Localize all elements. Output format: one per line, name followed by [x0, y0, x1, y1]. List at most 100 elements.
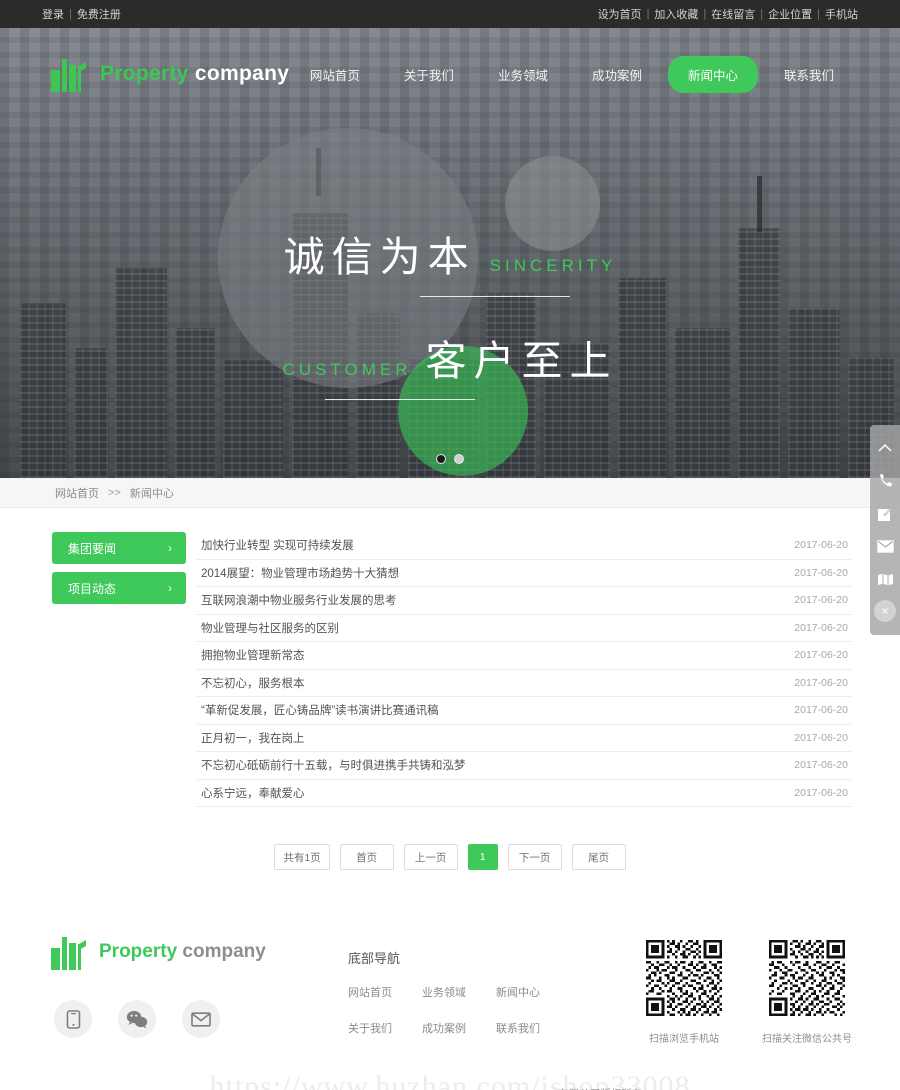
news-title[interactable]: 互联网浪潮中物业服务行业发展的思考 — [196, 592, 397, 608]
news-list-item[interactable]: 不忘初心砥砺前行十五载，与时俱进携手共铸和泓梦 2017-06-20 — [196, 752, 852, 780]
footer-logo-primary: Property — [99, 941, 178, 962]
copyright-text: COPYRIGHT©2014-2025ALL RIGHTS RESERVED X… — [0, 1086, 900, 1090]
news-title[interactable]: 拥抱物业管理新常态 — [196, 647, 305, 663]
sidebar-item-label: 项目动态 — [68, 581, 117, 596]
news-list-item[interactable]: 2014展望：物业管理市场趋势十大猜想 2017-06-20 — [196, 560, 852, 587]
chevron-right-icon: › — [168, 541, 172, 555]
news-list-item[interactable]: “革新促发展，匠心铸品牌”读书演讲比赛通讯稿 2017-06-20 — [196, 697, 852, 725]
envelope-icon[interactable] — [870, 530, 900, 563]
hero-slogan: 诚信为本 SINCERITY CUSTOMER 客户至上 — [0, 223, 900, 400]
nav-item-contact[interactable]: 联系我们 — [766, 57, 852, 92]
footer-link-business[interactable]: 业务领域 — [422, 984, 496, 1000]
top-utility-bar: 登录 | 免费注册 设为首页 | 加入收藏 | 在线留言 | 企业位置 | 手机… — [0, 0, 900, 28]
pagination-total-pages: 共有1页 — [274, 844, 330, 870]
breadcrumb-home[interactable]: 网站首页 — [55, 485, 99, 501]
footer-link-contact[interactable]: 联系我们 — [496, 1020, 570, 1036]
hero-line2-en: CUSTOMER — [282, 360, 412, 379]
news-title[interactable]: 不忘初心砥砺前行十五载，与时俱进携手共铸和泓梦 — [196, 757, 466, 773]
sidebar-item-group-news[interactable]: 集团要闻 › — [52, 532, 186, 564]
mobile-site-link[interactable]: 手机站 — [825, 6, 858, 22]
sidebar-item-label: 集团要闻 — [68, 541, 117, 556]
hero-slogan-line-1: 诚信为本 SINCERITY — [0, 223, 900, 283]
footer-link-cases[interactable]: 成功案例 — [422, 1020, 496, 1036]
news-date: 2017-06-20 — [794, 649, 848, 662]
news-date: 2017-06-20 — [794, 731, 848, 744]
news-list: 加快行业转型 实现可持续发展 2017-06-20 2014展望：物业管理市场趋… — [196, 532, 852, 807]
edit-icon[interactable] — [870, 497, 900, 530]
news-title[interactable]: “革新促发展，匠心铸品牌”读书演讲比赛通讯稿 — [196, 702, 439, 718]
email-icon[interactable] — [182, 1000, 220, 1038]
footer-navigation: 底部导航 网站首页 业务领域 新闻中心 关于我们 成功案例 联系我们 — [348, 932, 598, 1056]
nav-item-about[interactable]: 关于我们 — [386, 57, 472, 92]
hero-line2-cn: 客户至上 — [425, 338, 618, 384]
pagination-next[interactable]: 下一页 — [507, 844, 562, 870]
news-title[interactable]: 2014展望：物业管理市场趋势十大猜想 — [196, 565, 399, 581]
wechat-icon[interactable] — [118, 1000, 156, 1038]
news-title[interactable]: 加快行业转型 实现可持续发展 — [196, 537, 354, 553]
news-title[interactable]: 心系宁远，奉献爱心 — [196, 785, 305, 801]
news-title[interactable]: 不忘初心，服务根本 — [196, 675, 305, 691]
nav-item-news[interactable]: 新闻中心 — [667, 55, 758, 93]
logo-text-primary: Property — [100, 62, 189, 85]
mobile-icon[interactable] — [54, 1000, 92, 1038]
footer-link-home[interactable]: 网站首页 — [348, 984, 422, 1000]
qr-wechat-account: 扫描关注微信公共号 — [762, 940, 852, 1056]
news-list-item[interactable]: 正月初一，我在岗上 2017-06-20 — [196, 725, 852, 752]
site-footer: Property company 底部导航 网站首页 业务领域 新闻中心 关于我… — [0, 932, 900, 1056]
news-list-item[interactable]: 不忘初心，服务根本 2017-06-20 — [196, 670, 852, 697]
news-date: 2017-06-20 — [794, 566, 848, 579]
carousel-dot-1[interactable] — [436, 454, 446, 464]
social-links — [54, 1000, 348, 1038]
news-list-item[interactable]: 物业管理与社区服务的区别 2017-06-20 — [196, 615, 852, 642]
news-title[interactable]: 物业管理与社区服务的区别 — [196, 620, 339, 636]
footer-logo[interactable]: Property company — [48, 932, 348, 972]
news-title[interactable]: 正月初一，我在岗上 — [196, 730, 305, 746]
site-logo[interactable]: Property company — [48, 54, 289, 94]
pagination-page-1[interactable]: 1 — [467, 844, 498, 870]
footer-link-about[interactable]: 关于我们 — [348, 1020, 422, 1036]
qr-code-image — [646, 940, 722, 1016]
nav-item-home[interactable]: 网站首页 — [292, 57, 378, 92]
hero-divider-1 — [420, 296, 570, 297]
main-content: 集团要闻 › 项目动态 › 加快行业转型 实现可持续发展 2017-06-20 … — [0, 508, 900, 807]
add-favorite-link[interactable]: 加入收藏 — [654, 6, 698, 22]
carousel-dot-2[interactable] — [454, 454, 464, 464]
register-link[interactable]: 免费注册 — [77, 6, 121, 22]
news-date: 2017-06-20 — [794, 759, 848, 772]
qr-code-image — [769, 940, 845, 1016]
pagination-first[interactable]: 首页 — [339, 844, 394, 870]
topbar-separator: | — [817, 8, 820, 20]
set-homepage-link[interactable]: 设为首页 — [598, 6, 642, 22]
news-list-item[interactable]: 拥抱物业管理新常态 2017-06-20 — [196, 642, 852, 670]
pagination-last[interactable]: 尾页 — [571, 844, 626, 870]
page-root: 登录 | 免费注册 设为首页 | 加入收藏 | 在线留言 | 企业位置 | 手机… — [0, 0, 900, 1090]
nav-item-business[interactable]: 业务领域 — [480, 57, 566, 92]
news-date: 2017-06-20 — [794, 594, 848, 607]
close-toolbar-button[interactable]: × — [874, 600, 896, 622]
topbar-separator: | — [760, 8, 764, 20]
topbar-separator: | — [646, 8, 650, 20]
chevron-right-icon: › — [168, 581, 172, 595]
breadcrumb-current: 新闻中心 — [129, 487, 174, 500]
news-list-item[interactable]: 互联网浪潮中物业服务行业发展的思考 2017-06-20 — [196, 587, 852, 615]
sidebar-item-project-news[interactable]: 项目动态 › — [52, 572, 186, 604]
nav-item-cases[interactable]: 成功案例 — [574, 57, 660, 92]
footer-nav-title: 底部导航 — [348, 951, 401, 966]
company-location-link[interactable]: 企业位置 — [768, 6, 812, 22]
map-icon[interactable] — [870, 563, 900, 596]
online-message-link[interactable]: 在线留言 — [711, 6, 755, 22]
footer-link-news[interactable]: 新闻中心 — [496, 984, 570, 1000]
logo-mark-icon — [48, 54, 88, 94]
carousel-indicators — [0, 454, 900, 464]
news-list-item[interactable]: 心系宁远，奉献爱心 2017-06-20 — [196, 780, 852, 807]
footer-logo-secondary: company — [177, 941, 266, 962]
chevron-up-icon[interactable] — [870, 431, 900, 464]
login-link[interactable]: 登录 — [42, 6, 64, 22]
topbar-separator: | — [703, 8, 707, 20]
news-list-item[interactable]: 加快行业转型 实现可持续发展 2017-06-20 — [196, 532, 852, 560]
phone-icon[interactable] — [870, 464, 900, 497]
category-sidebar: 集团要闻 › 项目动态 › — [52, 532, 186, 807]
site-header: Property company 网站首页 关于我们 业务领域 成功案例 新闻中… — [0, 28, 900, 120]
news-date: 2017-06-20 — [794, 539, 848, 552]
pagination-prev[interactable]: 上一页 — [403, 844, 458, 870]
